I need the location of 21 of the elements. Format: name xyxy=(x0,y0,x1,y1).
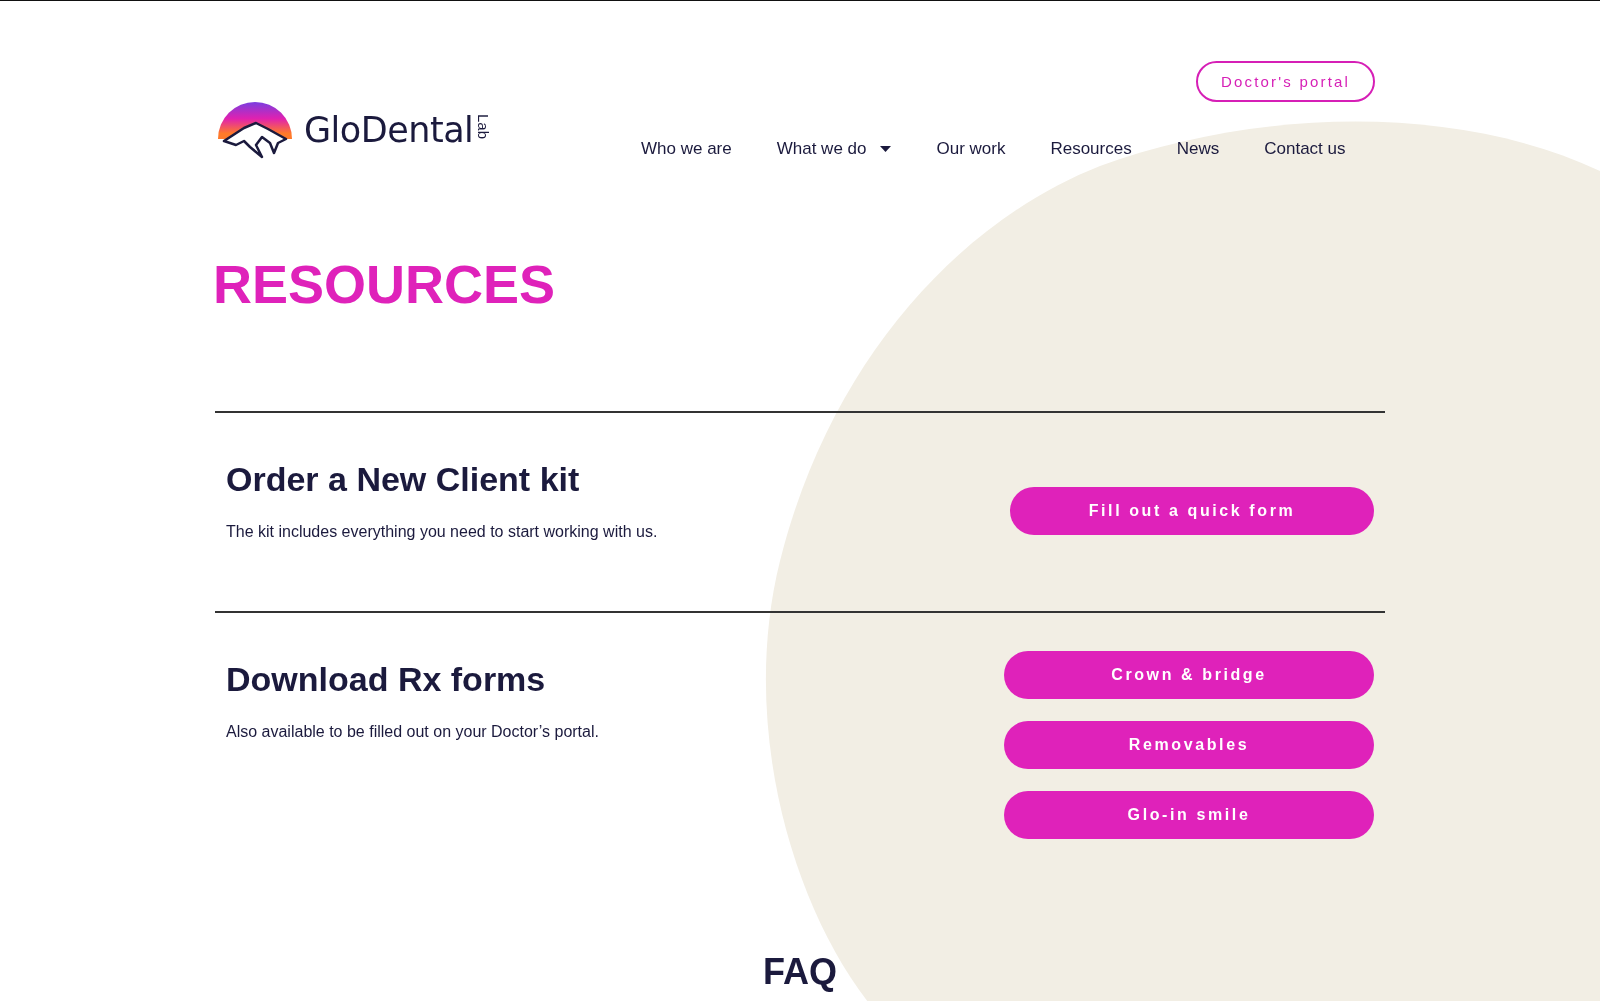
nav-link[interactable]: What we do xyxy=(776,139,867,159)
faq-heading: FAQ xyxy=(762,951,838,993)
page-title: RESOURCES xyxy=(213,253,557,316)
action-button[interactable]: Glo-in smile xyxy=(1004,791,1374,839)
nav-link[interactable]: Resources xyxy=(1050,139,1132,159)
section-heading: Order a New Client kit xyxy=(226,460,581,499)
nav-link[interactable]: News xyxy=(1176,139,1220,159)
logo-suffix: Lab xyxy=(475,114,493,140)
section-description: Also available to be filled out on your Doctor’s portal. xyxy=(226,723,599,741)
nav-link[interactable]: Contact us xyxy=(1264,139,1346,159)
section-description: The kit includes everything you need to start working with us. xyxy=(226,523,658,541)
doctors-portal-button[interactable]: Doctor's portal xyxy=(1196,61,1375,102)
logo-wordmark: GloDental xyxy=(304,110,474,150)
logo-icon xyxy=(216,101,294,159)
nav-link[interactable]: Our work xyxy=(936,139,1006,159)
action-button[interactable]: Fill out a quick form xyxy=(1010,487,1374,535)
section-heading: Download Rx forms xyxy=(226,660,547,699)
action-button[interactable]: Crown & bridge xyxy=(1004,651,1374,699)
caret-icon[interactable] xyxy=(880,146,892,152)
action-button[interactable]: Removables xyxy=(1004,721,1374,769)
nav-link[interactable]: Who we are xyxy=(641,139,732,159)
